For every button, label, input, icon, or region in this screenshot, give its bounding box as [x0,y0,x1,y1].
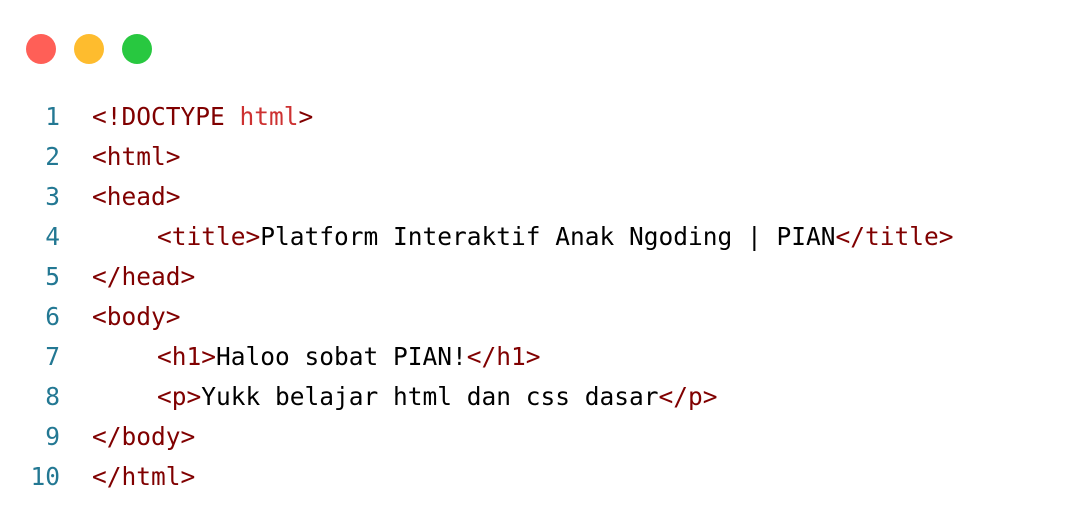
tag-token: <title> [157,221,261,251]
code-text: <body> [92,302,1084,331]
minimize-button[interactable] [74,34,104,64]
code-text: <!DOCTYPE html> [92,102,1084,131]
code-text: </head> [92,262,1084,291]
line-number: 1 [45,101,60,131]
tag-token: </h1> [466,341,541,371]
code-line: 3 <head> [0,176,1084,216]
code-text: <p>Yukk belajar html dan css dasar</p> [92,382,1084,411]
code-line: 1 <!DOCTYPE html> [0,96,1084,136]
tag-token: <html> [92,141,181,171]
tag-token: </html> [92,461,196,491]
code-text: </html> [92,462,1084,491]
keyword-token: html [239,101,299,131]
tag-token: <!DOCTYPE [92,101,240,131]
code-window: 1 <!DOCTYPE html> 2 <html> 3 <head> 4 <title>Pl… [0,0,1084,516]
tag-token: </p> [658,381,718,411]
line-number: 3 [45,181,60,211]
text-token: Platform Interaktif Anak Ngoding | PIAN [260,221,836,251]
tag-token: <h1> [157,341,217,371]
line-number: 8 [45,381,60,411]
code-text: <title>Platform Interaktif Anak Ngoding … [92,222,1084,251]
maximize-button[interactable] [122,34,152,64]
code-line: 6 <body> [0,296,1084,336]
code-text: <h1>Haloo sobat PIAN!</h1> [92,342,1084,371]
code-text: </body> [92,422,1084,451]
tag-token: </body> [92,421,196,451]
code-line: 8 <p>Yukk belajar html dan css dasar</p> [0,376,1084,416]
line-number: 10 [30,461,60,491]
tag-token: </title> [835,221,954,251]
tag-token: > [298,101,314,131]
code-line: 5 </head> [0,256,1084,296]
line-number: 2 [45,141,60,171]
code-line: 7 <h1>Haloo sobat PIAN!</h1> [0,336,1084,376]
code-line: 2 <html> [0,136,1084,176]
line-number: 7 [45,341,60,371]
line-number: 6 [45,301,60,331]
code-line: 9 </body> [0,416,1084,456]
line-number: 5 [45,261,60,291]
code-editor[interactable]: 1 <!DOCTYPE html> 2 <html> 3 <head> 4 <title>Pl… [0,96,1084,496]
close-button[interactable] [26,34,56,64]
tag-token: <body> [92,301,181,331]
line-number: 4 [45,221,60,251]
tag-token: </head> [92,261,196,291]
line-number: 9 [45,421,60,451]
code-text: <head> [92,182,1084,211]
text-token: Yukk belajar html dan css dasar [201,381,659,411]
tag-token: <p> [157,381,202,411]
text-token: Haloo sobat PIAN! [216,341,467,371]
tag-token: <head> [92,181,181,211]
code-line: 4 <title>Platform Interaktif Anak Ngoding… [0,216,1084,256]
window-controls [26,34,152,64]
code-line: 10 </html> [0,456,1084,496]
code-text: <html> [92,142,1084,171]
